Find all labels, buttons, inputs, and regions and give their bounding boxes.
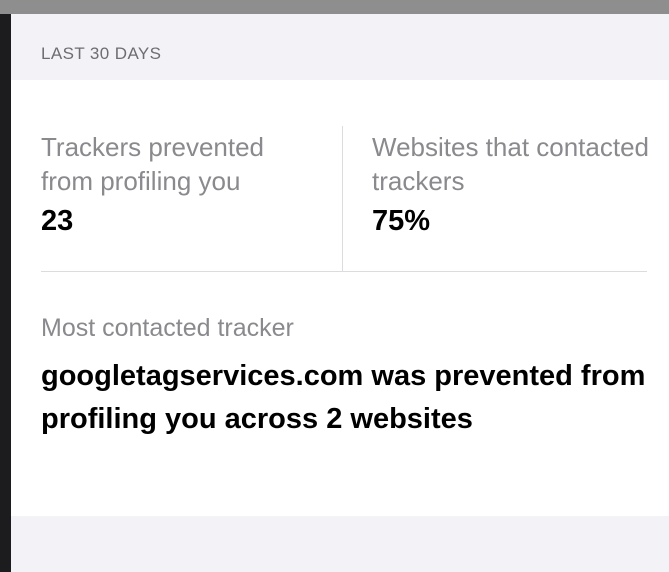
websites-contacted-value: 75% bbox=[372, 205, 431, 237]
most-contacted-tracker-label: Most contacted tracker bbox=[41, 314, 294, 342]
section-header-period: LAST 30 DAYS bbox=[41, 44, 162, 63]
most-contacted-tracker-description: googletagservices.com was prevented from… bbox=[41, 360, 646, 435]
stat-divider bbox=[342, 126, 343, 272]
websites-contacted-stat: Websites that contacted trackers 75% bbox=[372, 130, 662, 238]
trackers-prevented-value: 23 bbox=[41, 205, 74, 237]
window-top-bar bbox=[0, 0, 669, 14]
trackers-prevented-stat: Trackers prevented from profiling you 23 bbox=[41, 130, 321, 238]
websites-contacted-label: Websites that contacted trackers bbox=[372, 132, 650, 196]
privacy-report-panel: LAST 30 DAYS Trackers prevented from pro… bbox=[11, 14, 669, 572]
window-left-edge bbox=[0, 14, 11, 572]
trackers-prevented-label: Trackers prevented from profiling you bbox=[41, 132, 265, 196]
section-divider bbox=[41, 271, 647, 272]
privacy-summary-card: Trackers prevented from profiling you 23… bbox=[11, 80, 669, 516]
